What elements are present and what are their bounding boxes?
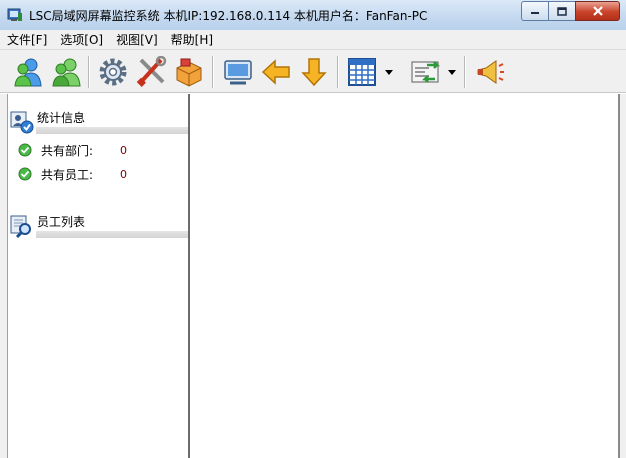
arrow-left-icon <box>261 59 290 85</box>
dropdown-arrow-icon <box>385 69 393 75</box>
close-button[interactable] <box>575 1 620 21</box>
window-title: LSC局域网屏幕监控系统 本机IP:192.168.0.114 本机用户名：Fa… <box>29 9 428 23</box>
stats-icon <box>10 111 34 134</box>
user-group-button[interactable] <box>48 54 84 90</box>
settings-button[interactable] <box>95 54 131 90</box>
title-bar: LSC局域网屏幕监控系统 本机IP:192.168.0.114 本机用户名：Fa… <box>0 0 626 31</box>
dropdown-arrow-icon <box>448 69 456 75</box>
toolbar-separator <box>88 56 90 88</box>
maximize-button[interactable] <box>548 1 575 21</box>
tools-icon <box>136 56 167 87</box>
grid-view-icon <box>348 58 376 86</box>
toolbar <box>0 50 626 93</box>
user-green-icon <box>52 58 81 87</box>
toolbar-separator <box>464 56 466 88</box>
transfer-dropdown[interactable] <box>446 54 458 90</box>
arrow-down-icon <box>301 58 327 87</box>
stats-header-bar <box>36 127 189 134</box>
window-controls <box>521 1 620 21</box>
stats-title: 统计信息 <box>37 111 86 125</box>
monitor-icon <box>224 60 252 85</box>
left-frame <box>0 94 7 458</box>
download-button[interactable] <box>296 54 332 90</box>
check-icon <box>18 167 32 181</box>
menu-view[interactable]: 视图[V] <box>109 30 164 49</box>
menu-options[interactable]: 选项[O] <box>53 30 109 49</box>
screen-monitor-button[interactable] <box>220 54 256 90</box>
stat-label: 共有部门: <box>41 143 94 158</box>
main-view[interactable] <box>190 94 618 458</box>
add-user-button[interactable] <box>10 54 46 90</box>
gear-icon <box>99 58 127 86</box>
stat-row-employees: 共有员工: <box>18 166 93 182</box>
broadcast-icon <box>477 60 504 84</box>
tools-button[interactable] <box>133 54 169 90</box>
close-icon <box>592 6 603 16</box>
boxes-icon <box>176 58 202 87</box>
maximize-icon <box>557 6 567 16</box>
grid-view-dropdown[interactable] <box>383 54 395 90</box>
employee-search-icon <box>10 215 31 238</box>
right-frame <box>620 94 626 458</box>
employee-list-header-bar <box>36 231 189 238</box>
menu-help[interactable]: 帮助[H] <box>164 30 219 49</box>
minimize-button[interactable] <box>521 1 548 21</box>
check-icon <box>18 143 32 157</box>
stat-value-employees: 0 <box>120 168 127 181</box>
app-icon <box>7 8 22 21</box>
menu-file[interactable]: 文件[F] <box>0 30 53 49</box>
user-blue-icon <box>14 58 42 87</box>
transfer-icon <box>411 61 441 83</box>
left-panel: 统计信息 共有部门: 0 共有员工: 0 员工列表 <box>7 94 189 458</box>
back-button[interactable] <box>258 54 294 90</box>
transfer-button[interactable] <box>407 54 443 90</box>
toolbar-separator <box>337 56 339 88</box>
package-button[interactable] <box>171 54 207 90</box>
menu-bar: 文件[F] 选项[O] 视图[V] 帮助[H] <box>0 30 626 50</box>
minimize-icon <box>531 12 539 14</box>
stat-label: 共有员工: <box>41 167 94 182</box>
grid-view-button[interactable] <box>344 54 380 90</box>
employee-list-title: 员工列表 <box>37 215 86 229</box>
stat-row-departments: 共有部门: <box>18 142 93 158</box>
stat-value-departments: 0 <box>120 144 127 157</box>
toolbar-separator <box>212 56 214 88</box>
broadcast-button[interactable] <box>472 54 508 90</box>
